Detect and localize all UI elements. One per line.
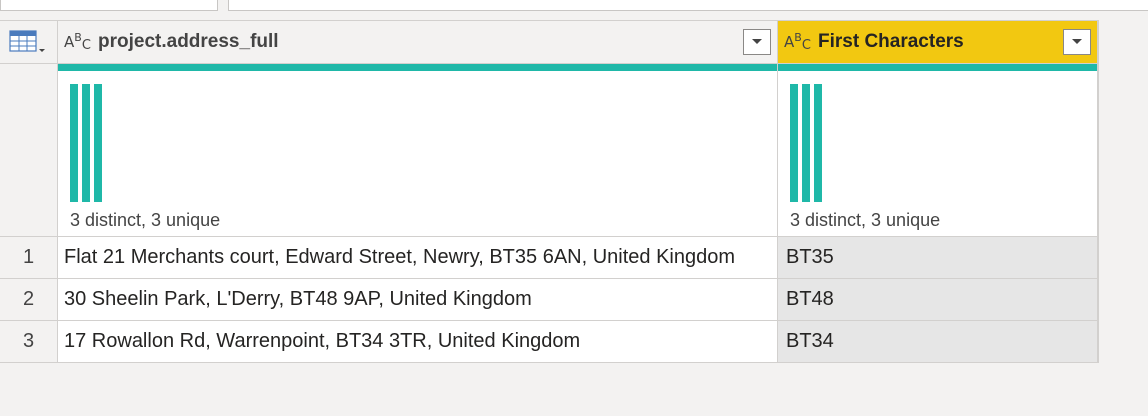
distribution-bar[interactable] <box>94 84 102 202</box>
distribution-bar[interactable] <box>814 84 822 202</box>
value-distribution-chart <box>70 84 102 202</box>
column-title: project.address_full <box>98 31 279 52</box>
table-row[interactable]: 3 17 Rowallon Rd, Warrenpoint, BT34 3TR,… <box>0 321 1099 363</box>
cell-value: 30 Sheelin Park, L'Derry, BT48 9AP, Unit… <box>64 288 532 310</box>
table-row[interactable]: 2 30 Sheelin Park, L'Derry, BT48 9AP, Un… <box>0 279 1099 321</box>
value-distribution-chart <box>790 84 822 202</box>
column-title: First Characters <box>818 31 964 52</box>
first-characters-cell[interactable]: BT48 <box>778 279 1099 320</box>
chevron-down-icon <box>752 39 762 44</box>
address-cell[interactable]: Flat 21 Merchants court, Edward Street, … <box>58 237 778 278</box>
cell-value: Flat 21 Merchants court, Edward Street, … <box>64 246 736 268</box>
data-grid: ABC project.address_full ABC First Chara… <box>0 20 1099 363</box>
first-characters-cell[interactable]: BT34 <box>778 321 1099 362</box>
address-cell[interactable]: 30 Sheelin Park, L'Derry, BT48 9AP, Unit… <box>58 279 778 320</box>
distribution-bar[interactable] <box>802 84 810 202</box>
text-type-icon[interactable]: ABC <box>64 32 98 52</box>
column-profile-row: 3 distinct, 3 unique 3 distinct, 3 uniqu… <box>0 64 1099 237</box>
cell-value: 17 Rowallon Rd, Warrenpoint, BT34 3TR, U… <box>64 330 581 352</box>
row-number[interactable]: 2 <box>0 279 58 320</box>
distribution-bar[interactable] <box>70 84 78 202</box>
distribution-stats: 3 distinct, 3 unique <box>790 210 941 230</box>
column-quality-bar[interactable] <box>778 64 1097 71</box>
distribution-bar[interactable] <box>790 84 798 202</box>
distribution-bar[interactable] <box>82 84 90 202</box>
address-cell[interactable]: 17 Rowallon Rd, Warrenpoint, BT34 3TR, U… <box>58 321 778 362</box>
formula-bar[interactable] <box>228 0 1148 11</box>
row-number[interactable]: 1 <box>0 237 58 278</box>
column-filter-dropdown[interactable] <box>743 29 771 55</box>
table-row[interactable]: 1 Flat 21 Merchants court, Edward Street… <box>0 237 1099 279</box>
query-pane-edge <box>0 0 218 11</box>
column-profile-address: 3 distinct, 3 unique <box>58 64 778 236</box>
profile-index-spacer <box>0 64 58 236</box>
column-profile-first-characters: 3 distinct, 3 unique <box>778 64 1099 236</box>
distribution-stats: 3 distinct, 3 unique <box>70 210 221 230</box>
column-filter-dropdown[interactable] <box>1063 29 1091 55</box>
table-menu-button[interactable] <box>0 21 58 63</box>
column-header-row: ABC project.address_full ABC First Chara… <box>0 21 1099 64</box>
table-icon <box>9 29 47 55</box>
chevron-down-icon <box>1072 39 1082 44</box>
column-header-address[interactable]: ABC project.address_full <box>58 21 778 63</box>
row-number[interactable]: 3 <box>0 321 58 362</box>
first-characters-cell[interactable]: BT35 <box>778 237 1099 278</box>
column-quality-bar[interactable] <box>58 64 777 71</box>
text-type-icon[interactable]: ABC <box>784 32 818 52</box>
column-header-first-characters[interactable]: ABC First Characters <box>778 21 1099 63</box>
